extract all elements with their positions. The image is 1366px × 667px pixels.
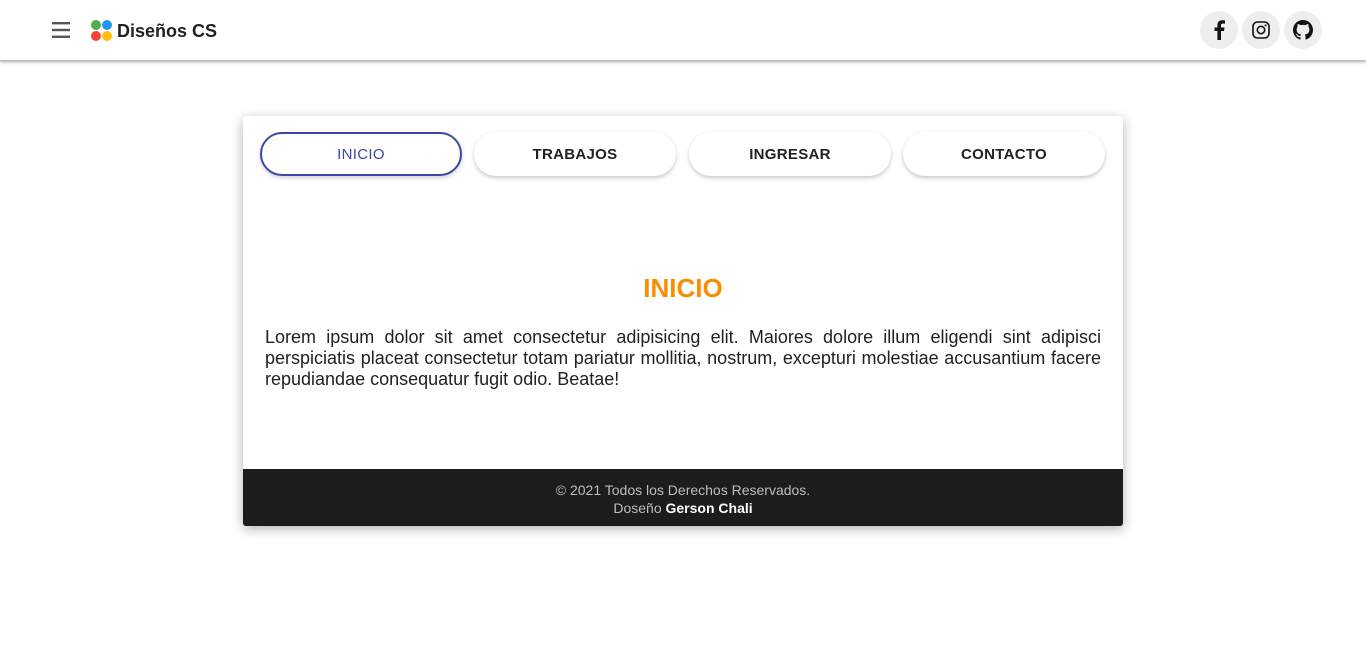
four-dots-logo-icon xyxy=(91,20,113,42)
brand[interactable]: Diseños CS xyxy=(91,19,217,43)
github-icon xyxy=(1293,20,1313,40)
section-text: Lorem ipsum dolor sit amet consectetur a… xyxy=(265,327,1101,389)
facebook-button[interactable] xyxy=(1200,11,1238,49)
github-button[interactable] xyxy=(1284,11,1322,49)
hamburger-menu-icon[interactable] xyxy=(48,16,76,44)
section-title: INICIO xyxy=(643,273,723,303)
instagram-icon xyxy=(1252,21,1270,39)
footer-designer-name: Gerson Chali xyxy=(665,500,753,516)
card-footer: © 2021 Todos los Derechos Reservados. Do… xyxy=(243,469,1123,526)
facebook-icon xyxy=(1214,20,1225,40)
tab-contacto[interactable]: CONTACTO xyxy=(903,132,1105,176)
footer-design-label: Doseño xyxy=(613,500,662,516)
tab-inicio[interactable]: INICIO xyxy=(260,132,462,176)
brand-title: Diseños CS xyxy=(117,20,218,41)
footer-copyright: © 2021 Todos los Derechos Reservados. xyxy=(555,482,811,498)
tab-ingresar[interactable]: INGRESAR xyxy=(689,132,891,176)
top-app-bar: Diseños CS xyxy=(0,0,1366,61)
instagram-button[interactable] xyxy=(1242,11,1280,49)
tab-trabajos[interactable]: TRABAJOS xyxy=(474,132,676,176)
main-card: INICIO TRABAJOS INGRESAR CONTACTO INICIO… xyxy=(243,116,1123,526)
footer-credits: Doseño Gerson Chali xyxy=(243,499,1123,517)
